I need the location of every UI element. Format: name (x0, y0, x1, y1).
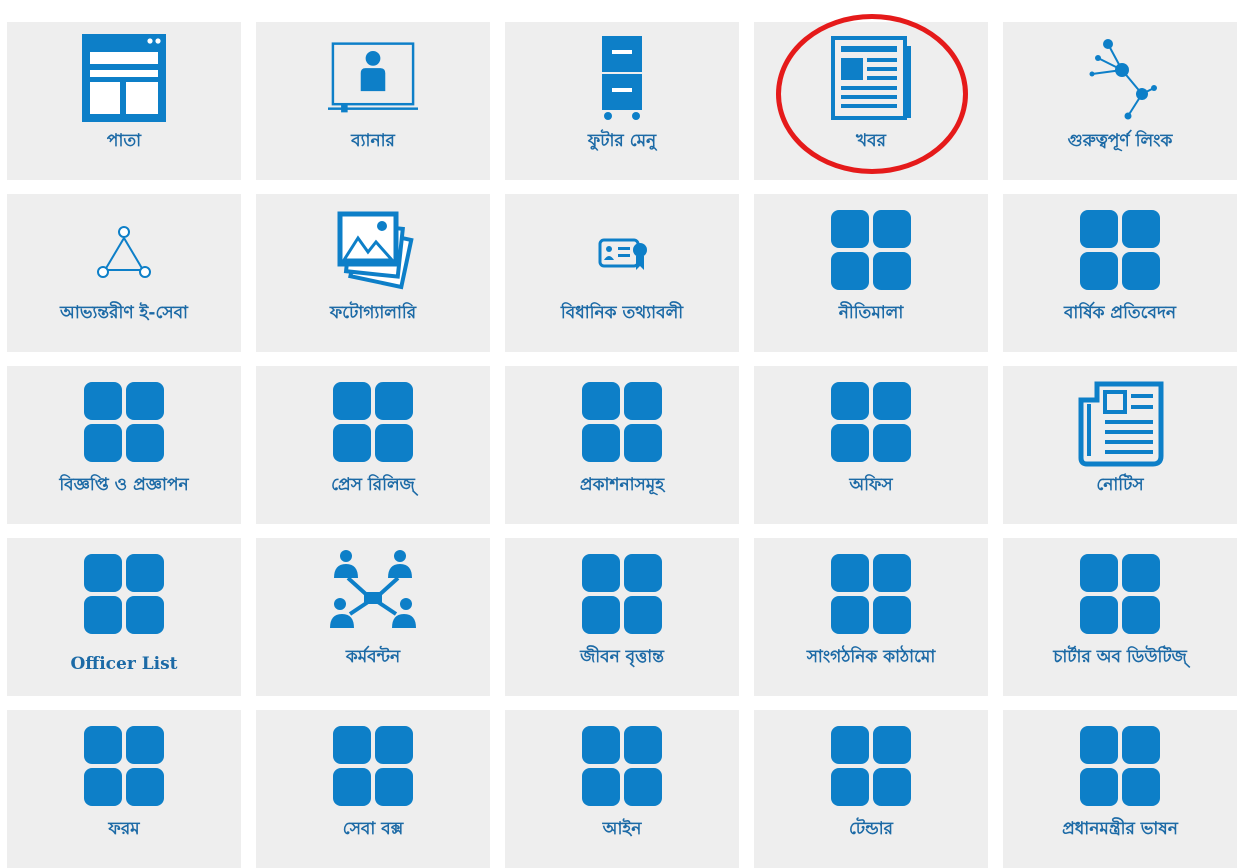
tile-label: ফুটার মেনু (587, 131, 657, 151)
photo-stack-icon (328, 202, 418, 298)
grid-squares-icon (826, 546, 916, 642)
notice-newspaper-icon (1075, 374, 1165, 470)
tile-office[interactable]: অফিস (754, 366, 988, 524)
tile-tender[interactable]: টেন্ডার (754, 710, 988, 868)
tile-forms[interactable]: ফরম (7, 710, 241, 868)
tile-biography[interactable]: জীবন বৃত্তান্ত (505, 538, 739, 696)
grid-squares-icon (79, 374, 169, 470)
tile-statutory-info[interactable]: বিধানিক তথ্যাবলী (505, 194, 739, 352)
tile-label: বার্ষিক প্রতিবেদন (1063, 303, 1177, 323)
tile-label: বিধানিক তথ্যাবলী (560, 303, 684, 323)
tile-work-allocation[interactable]: কর্মবন্টন (256, 538, 490, 696)
page-layout-icon (79, 30, 169, 126)
grid-squares-icon (577, 718, 667, 814)
tile-label: প্রকাশনাসমূহ (579, 475, 665, 495)
tile-label: Officer List (70, 654, 178, 674)
tile-label: ফরম (108, 819, 140, 839)
grid-squares-icon (1075, 546, 1165, 642)
tile-internal-eservice[interactable]: আভ্যন্তরীণ ই-সেবা (7, 194, 241, 352)
tile-footer-menu[interactable]: ফুটার মেনু (505, 22, 739, 180)
tile-notice[interactable]: নোটিস (1003, 366, 1237, 524)
tile-photo-gallery[interactable]: ফটোগ্যালারি (256, 194, 490, 352)
tile-label: সাংগঠনিক কাঠামো (806, 647, 936, 667)
triangle-nodes-icon (79, 202, 169, 298)
tile-officer-list[interactable]: Officer List (7, 538, 241, 696)
grid-squares-icon (577, 374, 667, 470)
network-nodes-icon (1075, 30, 1165, 126)
grid-squares-icon (79, 718, 169, 814)
certificate-card-icon (577, 202, 667, 298)
tile-organogram[interactable]: সাংগঠনিক কাঠামো (754, 538, 988, 696)
grid-squares-icon (577, 546, 667, 642)
tile-label: জীবন বৃত্তান্ত (580, 647, 664, 667)
file-cabinet-icon (577, 30, 667, 126)
grid-squares-icon (826, 202, 916, 298)
tile-service-box[interactable]: সেবা বক্স (256, 710, 490, 868)
tile-label: পাতা (106, 131, 142, 151)
tile-pata[interactable]: পাতা (7, 22, 241, 180)
tile-label: অফিস (849, 475, 893, 495)
tile-charter-of-duties[interactable]: চার্টার অব ডিউটিজ্ (1003, 538, 1237, 696)
tile-news[interactable]: খবর (754, 22, 988, 180)
tile-label: গুরুত্বপূর্ণ লিংক (1067, 131, 1173, 151)
tile-important-links[interactable]: গুরুত্বপূর্ণ লিংক (1003, 22, 1237, 180)
grid-squares-icon (826, 374, 916, 470)
tile-label: সেবা বক্স (342, 819, 404, 839)
tile-annual-report[interactable]: বার্ষিক প্রতিবেদন (1003, 194, 1237, 352)
tile-press-release[interactable]: প্রেস রিলিজ্ (256, 366, 490, 524)
tile-label: টেন্ডার (848, 819, 893, 839)
tile-law[interactable]: আইন (505, 710, 739, 868)
tile-label: আভ্যন্তরীণ ই-সেবা (60, 303, 188, 323)
people-network-icon (328, 546, 418, 642)
tile-publications[interactable]: প্রকাশনাসমূহ (505, 366, 739, 524)
grid-squares-icon (1075, 202, 1165, 298)
tile-pm-speech[interactable]: প্রধানমন্ত্রীর ভাষন (1003, 710, 1237, 868)
tile-label: নীতিমালা (838, 303, 904, 323)
tile-banner[interactable]: ব্যানার (256, 22, 490, 180)
tile-label: ব্যানার (351, 131, 395, 151)
grid-squares-icon (328, 718, 418, 814)
grid-squares-icon (328, 374, 418, 470)
tile-label: চার্টার অব ডিউটিজ্ (1053, 647, 1187, 667)
newspaper-icon (826, 30, 916, 126)
tile-label: প্রেস রিলিজ্ (331, 475, 415, 495)
tile-label: বিজ্ঞপ্তি ও প্রজ্ঞাপন (59, 475, 189, 495)
tile-label: ফটোগ্যালারি (329, 303, 417, 323)
grid-squares-icon (79, 546, 169, 642)
grid-squares-icon (1075, 718, 1165, 814)
tile-label: আইন (602, 819, 642, 839)
tile-notification-circular[interactable]: বিজ্ঞপ্তি ও প্রজ্ঞাপন (7, 366, 241, 524)
tile-label: নোটিস (1096, 475, 1144, 495)
tile-policy[interactable]: নীতিমালা (754, 194, 988, 352)
banner-monitor-icon (328, 30, 418, 126)
tile-label: খবর (856, 131, 886, 151)
tile-label: প্রধানমন্ত্রীর ভাষন (1062, 819, 1178, 839)
grid-squares-icon (826, 718, 916, 814)
tile-label: কর্মবন্টন (345, 647, 401, 667)
